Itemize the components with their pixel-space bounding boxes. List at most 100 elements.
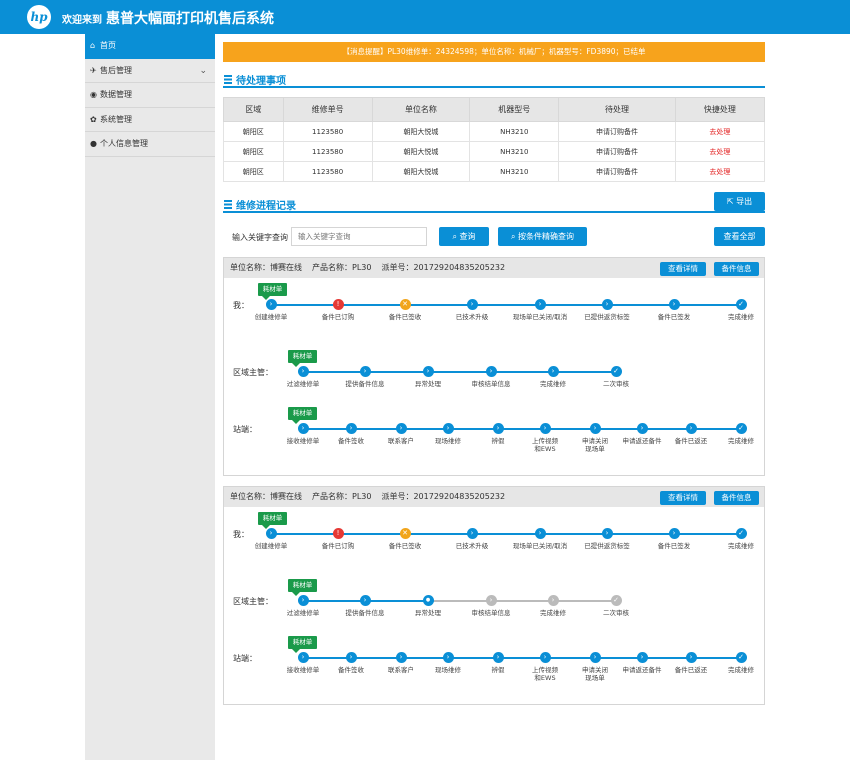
view-all-button[interactable]: 查看全部 [714,227,765,246]
step-label: 现场单已关闭/取消 [512,542,568,550]
card-product: 产品名称：PL30 [312,263,372,272]
sidebar-item-profile[interactable]: ● 个人信息管理 [85,132,215,157]
search-input[interactable] [291,227,427,246]
step-node: › [466,528,478,539]
view-detail-button[interactable]: 查看详情 [660,491,706,505]
precise-query-button[interactable]: ⌕ 按条件精确查询 [498,227,587,246]
handle-link[interactable]: 去处理 [674,161,766,182]
progress-track [303,657,741,659]
card-product: 产品名称：PL30 [312,492,372,501]
records-section-title: 维修进程记录 [223,195,765,213]
step-node: › [442,423,454,434]
precise-label: 按条件精确查询 [518,232,575,241]
sidebar-item-data[interactable]: ◉ 数据管理 [85,83,215,108]
step-node: ✓ [610,366,622,377]
card-header: 单位名称：博赛在线 产品名称：PL30 派单号：201729204835205232… [224,258,764,278]
step-node: ✓ [735,423,747,434]
step-label: 过滤维修单 [286,609,320,617]
welcome-text: 欢迎来到 [62,15,102,26]
step-node: ✓ [610,595,622,606]
step-label: 备件已签收 [388,313,422,321]
export-button[interactable]: ⇱ 导出 [714,192,765,211]
step-label: 备件已订购 [321,313,355,321]
table-cell: 朝阳大悦城 [371,161,471,182]
sidebar-item-home[interactable]: ⌂ 首页 [85,34,215,59]
step-label: 完成维修 [728,542,754,550]
section-title-text: 维修进程记录 [236,201,296,212]
step-label: 提供备件信息 [345,380,385,388]
step-node: › [466,299,478,310]
system-title: 惠普大幅面打印机售后系统 [106,11,274,27]
step-label: 提供备件信息 [345,609,385,617]
card-order: 派单号：201729204835205232 [381,492,506,501]
parts-info-button[interactable]: 备件信息 [714,262,759,276]
export-icon: ⇱ [726,197,737,206]
step-node: ● [422,595,434,606]
stage-label: 站端： [233,654,257,663]
stage-label: 站端： [233,425,257,434]
step-node: › [345,652,357,663]
step-node: › [601,528,613,539]
export-label: 导出 [736,197,753,206]
table-cell: 1123580 [282,141,373,162]
step-node: ✕ [399,528,411,539]
step-label: 已技术升级 [455,313,489,321]
step-node: › [589,423,601,434]
consumable-tag: 耗材单 [288,579,317,596]
table-cell: 朝阳区 [223,161,284,182]
sidebar-item-label: 系统管理 [100,114,132,124]
consumable-tag: 耗材单 [258,283,287,300]
table-cell: 1123580 [282,121,373,142]
step-label: 已提供返货标签 [584,542,630,550]
sidebar-item-label: 个人信息管理 [100,139,148,148]
step-label: 现场单已关闭/取消 [512,313,568,321]
column-header: 机器型号 [469,97,560,122]
step-label: 完成维修 [540,609,566,617]
section-title-text: 待处理事项 [236,76,286,87]
search-icon: ⌕ [510,232,519,241]
step-node: › [485,366,497,377]
step-node: › [685,652,697,663]
stage-label: 区域主管： [233,597,273,606]
step-node: ! [332,528,344,539]
app-header: hp 欢迎来到 惠普大幅面打印机售后系统 [0,0,850,34]
step-node: › [359,595,371,606]
sidebar-item-system[interactable]: ✿ 系统管理 [85,108,215,132]
step-label: 完成维修 [728,313,754,321]
query-button[interactable]: ⌕ 查询 [439,227,489,246]
person-icon: ● [90,139,97,148]
chevron-down-icon[interactable]: ⌄ [199,59,207,83]
step-node: › [345,423,357,434]
parts-info-button[interactable]: 备件信息 [714,491,759,505]
progress-track [303,371,616,373]
step-label: 异常处理 [415,609,441,617]
step-label: 创建维修单 [254,313,288,321]
step-label: 备件已签发 [657,313,691,321]
step-node: ✓ [735,299,747,310]
consumable-tag: 耗材单 [288,407,317,424]
step-node: › [442,652,454,663]
sidebar-item-after-sales[interactable]: ✈ 售后管理 ⌄ [85,59,215,83]
progress-card: 单位名称：博赛在线 产品名称：PL30 派单号：201729204835205232… [223,486,765,705]
table-cell: 朝阳大悦城 [371,121,471,142]
pending-table: 区域 维修单号 单位名称 机器型号 待处理 快捷处理 朝阳区 1123580 朝阳大… [223,97,766,182]
view-detail-button[interactable]: 查看详情 [660,262,706,276]
database-icon: ◉ [90,90,97,99]
step-label: 已提供返货标签 [584,313,630,321]
column-header: 区域 [223,97,284,122]
column-header: 待处理 [558,97,676,122]
handle-link[interactable]: 去处理 [674,121,766,142]
step-node: › [636,423,648,434]
notice-banner[interactable]: 【消息提醒】PL30维修单：24324598；单位名称：机械厂；机器型号：FD3… [223,42,765,62]
step-node: ✓ [735,528,747,539]
table-cell: 朝阳大悦城 [371,141,471,162]
card-unit: 单位名称：博赛在线 [230,263,302,272]
table-cell: 朝阳区 [223,141,284,162]
step-label: 过滤维修单 [286,380,320,388]
query-label: 查询 [459,232,476,241]
handle-link[interactable]: 去处理 [674,141,766,162]
step-node: › [539,652,551,663]
hp-logo[interactable]: hp [27,5,51,29]
card-header: 单位名称：博赛在线 产品名称：PL30 派单号：201729204835205232… [224,487,764,507]
table-row: 朝阳区 1123580 朝阳大悦城 NH3210 申请订购备件 去处理 [223,161,766,182]
